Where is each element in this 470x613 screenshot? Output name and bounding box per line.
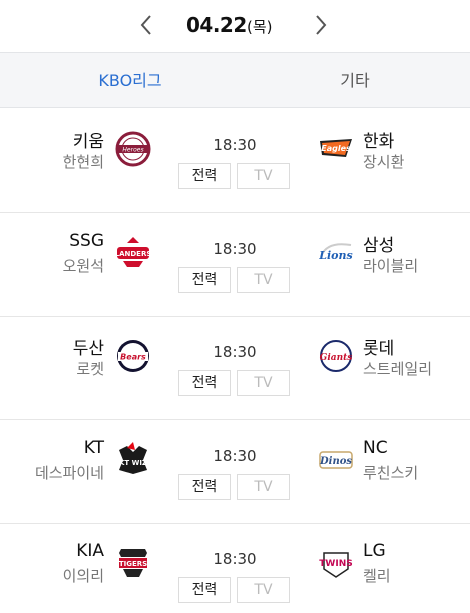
- away-starting-pitcher: 한현희: [62, 153, 104, 171]
- svg-text:Dinos: Dinos: [319, 456, 352, 467]
- game-row[interactable]: SSG 오원석 LANDERS 18:30 전력 TV Lions 삼성 라이블…: [0, 213, 470, 317]
- game-time: 18:30: [213, 343, 257, 361]
- home-team-name: LG: [363, 541, 386, 561]
- date-label: 04.22: [186, 13, 247, 37]
- kt-wiz-logo: KT WIZ: [113, 440, 153, 480]
- twins-logo: TWINS: [316, 543, 356, 583]
- svg-text:Lions: Lions: [318, 249, 352, 262]
- svg-text:LANDERS: LANDERS: [115, 250, 152, 258]
- away-starting-pitcher: 로켓: [76, 360, 104, 378]
- game-time: 18:30: [213, 447, 257, 465]
- lineup-button[interactable]: 전력: [178, 577, 231, 603]
- away-team-name: 키움: [72, 132, 104, 152]
- away-team-name: 두산: [72, 339, 104, 359]
- lineup-button[interactable]: 전력: [178, 474, 231, 500]
- league-tabs: KBO리그 기타: [0, 52, 470, 108]
- home-starting-pitcher: 스트레일리: [363, 360, 433, 378]
- lineup-button[interactable]: 전력: [178, 267, 231, 293]
- tab-kbo-league[interactable]: KBO리그: [60, 53, 200, 108]
- landers-logo: LANDERS: [113, 233, 153, 273]
- away-team-name: KT: [83, 438, 104, 458]
- home-starting-pitcher: 켈리: [363, 567, 391, 585]
- dinos-logo: Dinos: [316, 440, 356, 480]
- chevron-left-icon[interactable]: [134, 10, 158, 40]
- game-time: 18:30: [213, 550, 257, 568]
- home-team-name: NC: [363, 438, 388, 458]
- game-row[interactable]: 키움 한현희 Heroes 18:30 전력 TV Eagles 한화 장시환: [0, 109, 470, 213]
- tv-button[interactable]: TV: [237, 577, 290, 603]
- home-starting-pitcher: 장시환: [363, 153, 405, 171]
- tigers-logo: TIGERS: [113, 543, 153, 583]
- svg-text:KT WIZ: KT WIZ: [119, 459, 147, 467]
- home-starting-pitcher: 라이블리: [363, 257, 419, 275]
- lineup-button[interactable]: 전력: [178, 370, 231, 396]
- tv-button[interactable]: TV: [237, 267, 290, 293]
- away-team-name: KIA: [76, 541, 104, 561]
- away-team-name: SSG: [69, 231, 104, 251]
- away-starting-pitcher: 이의리: [62, 567, 104, 585]
- home-team-name: 삼성: [363, 236, 395, 256]
- svg-text:Bears: Bears: [120, 353, 146, 362]
- tab-other[interactable]: 기타: [290, 53, 420, 108]
- game-row[interactable]: KIA 이의리 TIGERS 18:30 전력 TV TWINS LG 켈리: [0, 523, 470, 613]
- bears-logo: Bears: [113, 336, 153, 376]
- home-starting-pitcher: 루친스키: [363, 464, 419, 482]
- tv-button[interactable]: TV: [237, 474, 290, 500]
- tv-button[interactable]: TV: [237, 163, 290, 189]
- giants-logo: Giants: [316, 336, 356, 376]
- away-starting-pitcher: 오원석: [62, 257, 104, 275]
- tv-button[interactable]: TV: [237, 370, 290, 396]
- svg-text:TIGERS: TIGERS: [119, 560, 147, 568]
- lions-logo: Lions: [316, 233, 356, 273]
- home-team-name: 한화: [363, 132, 395, 152]
- game-time: 18:30: [213, 136, 257, 154]
- game-row[interactable]: KT 데스파이네 KT WIZ 18:30 전력 TV Dinos NC 루친스…: [0, 420, 470, 524]
- weekday-label: (목): [247, 18, 273, 36]
- eagles-logo: Eagles: [316, 129, 356, 169]
- heroes-logo: Heroes: [113, 129, 153, 169]
- game-row[interactable]: 두산 로켓 Bears 18:30 전력 TV Giants 롯데 스트레일리: [0, 316, 470, 420]
- away-starting-pitcher: 데스파이네: [34, 464, 104, 482]
- chevron-right-icon[interactable]: [309, 10, 333, 40]
- svg-text:Giants: Giants: [320, 353, 353, 363]
- svg-text:Heroes: Heroes: [122, 147, 143, 154]
- lineup-button[interactable]: 전력: [178, 163, 231, 189]
- svg-text:TWINS: TWINS: [319, 559, 352, 569]
- date-navigator: 04.22 (목): [0, 0, 470, 52]
- game-time: 18:30: [213, 240, 257, 258]
- svg-text:Eagles: Eagles: [321, 144, 351, 153]
- home-team-name: 롯데: [363, 339, 395, 359]
